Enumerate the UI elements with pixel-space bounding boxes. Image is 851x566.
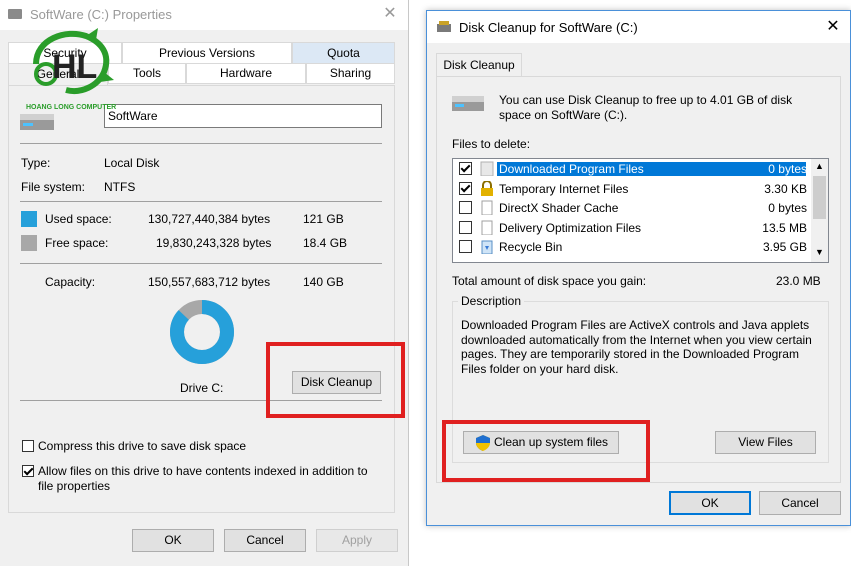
logo-initials: HL <box>52 48 97 86</box>
file-checkbox[interactable] <box>459 162 472 175</box>
description-line: Downloaded Program Files are ActiveX con… <box>461 318 810 332</box>
free-space-size: 18.4 GB <box>303 236 348 250</box>
file-name: Delivery Optimization Files <box>499 220 642 235</box>
compress-checkbox[interactable] <box>22 440 34 452</box>
cleanup-title: Disk Cleanup for SoftWare (C:) <box>459 20 638 35</box>
file-name: Downloaded Program Files <box>497 162 806 176</box>
file-size: 3.95 GB <box>762 240 807 254</box>
index-label-line2: file properties <box>38 479 111 493</box>
file-checkbox[interactable] <box>459 240 472 253</box>
cleanup-close-icon[interactable]: ✕ <box>823 17 843 37</box>
file-row[interactable]: Temporary Internet Files 3.30 KB <box>453 179 811 198</box>
apply-button[interactable]: Apply <box>316 529 398 552</box>
file-checkbox[interactable] <box>459 201 472 214</box>
tab-sharing[interactable]: Sharing <box>306 63 395 84</box>
file-size: 0 bytes <box>768 162 807 176</box>
total-label: Total amount of disk space you gain: <box>452 274 647 288</box>
lock-icon <box>480 179 494 196</box>
cleanup-titlebar: Disk Cleanup for SoftWare (C:) ✕ <box>427 11 850 43</box>
cancel-button[interactable]: Cancel <box>224 529 306 552</box>
capacity-label: Capacity: <box>45 275 96 289</box>
drive-name-input[interactable]: SoftWare <box>104 104 382 128</box>
highlight-disk-cleanup <box>266 342 405 418</box>
divider <box>20 263 382 264</box>
fs-label: File system: <box>21 180 86 194</box>
scrollbar[interactable]: ▲ ▼ <box>811 159 828 262</box>
file-checkbox[interactable] <box>459 220 472 234</box>
index-label-line1: Allow files on this drive to have conten… <box>38 464 368 478</box>
compress-label: Compress this drive to save disk space <box>38 439 247 453</box>
divider <box>20 201 382 202</box>
free-space-label: Free space: <box>45 236 109 250</box>
scroll-up-icon[interactable]: ▲ <box>815 161 824 171</box>
drive-label: Drive C: <box>180 381 224 395</box>
fs-value: NTFS <box>104 180 136 194</box>
used-space-size: 121 GB <box>303 212 344 226</box>
hoang-long-logo: HL HOANG LONG COMPUTER <box>26 24 116 114</box>
view-files-button[interactable]: View Files <box>715 431 816 454</box>
file-name: Recycle Bin <box>499 240 563 254</box>
description-line: Files folder on your hard disk. <box>461 361 619 376</box>
total-value: 23.0 MB <box>776 274 821 288</box>
scroll-thumb[interactable] <box>813 176 826 219</box>
disk-cleanup-window: Disk Cleanup for SoftWare (C:) ✕ Disk Cl… <box>426 10 851 526</box>
tab-hardware[interactable]: Hardware <box>186 63 306 84</box>
intro-line1: You can use Disk Cleanup to free up to 4… <box>499 93 793 107</box>
file-size: 0 bytes <box>768 201 807 215</box>
description-line: downloaded automatically from the Intern… <box>461 332 812 347</box>
used-space-bytes: 130,727,440,384 bytes <box>148 212 271 226</box>
index-checkbox[interactable] <box>22 465 34 477</box>
description-label: Description <box>458 294 525 308</box>
file-row[interactable]: Recycle Bin 3.95 GB <box>453 237 811 256</box>
description-text: Downloaded Program Files are ActiveX con… <box>461 318 812 376</box>
ok-button[interactable]: OK <box>132 529 214 552</box>
divider <box>20 143 382 144</box>
drive-icon-small <box>8 9 22 19</box>
drive-icon <box>452 91 486 115</box>
capacity-size: 140 GB <box>303 275 344 289</box>
tab-tools[interactable]: Tools <box>108 63 186 84</box>
file-name: Temporary Internet Files <box>499 181 629 196</box>
file-size: 3.30 KB <box>764 181 807 196</box>
tab-disk-cleanup[interactable]: Disk Cleanup <box>436 53 522 77</box>
file-row[interactable]: DirectX Shader Cache 0 bytes <box>453 198 811 217</box>
dragon-logo-icon: HL <box>33 28 114 94</box>
file-icon <box>480 200 494 216</box>
used-space-swatch <box>21 211 37 227</box>
description-line: pages. They are temporarily stored in th… <box>461 347 799 361</box>
folder-icon <box>480 161 494 177</box>
ok-button[interactable]: OK <box>669 491 751 515</box>
file-name: DirectX Shader Cache <box>499 201 619 215</box>
logo-text: HOANG LONG COMPUTER <box>26 104 117 111</box>
intro-line2: space on SoftWare (C:). <box>499 108 628 122</box>
tab-quota[interactable]: Quota <box>292 42 395 64</box>
file-checkbox[interactable] <box>459 181 472 195</box>
free-space-bytes: 19,830,243,328 bytes <box>156 236 272 250</box>
capacity-bytes: 150,557,683,712 bytes <box>148 275 271 289</box>
file-icon <box>480 220 494 235</box>
cleanup-app-icon <box>437 21 451 32</box>
file-row[interactable]: Downloaded Program Files 0 bytes <box>453 159 811 178</box>
file-size: 13.5 MB <box>762 220 807 235</box>
tab-previous-versions[interactable]: Previous Versions <box>122 42 292 64</box>
disk-usage-donut <box>170 300 234 364</box>
cancel-button[interactable]: Cancel <box>759 491 841 515</box>
highlight-clean-up-system-files <box>442 420 650 482</box>
type-label: Type: <box>21 156 51 170</box>
free-space-swatch <box>21 235 37 251</box>
properties-close-icon[interactable]: ✕ <box>380 4 400 24</box>
files-to-delete-label: Files to delete: <box>452 137 531 151</box>
used-space-label: Used space: <box>45 212 112 226</box>
recycle-bin-icon <box>480 239 494 255</box>
scroll-down-icon[interactable]: ▼ <box>815 247 824 257</box>
files-list[interactable]: Downloaded Program Files 0 bytes Temporary… <box>452 158 829 263</box>
properties-title: SoftWare (C:) Properties <box>30 7 172 22</box>
type-value: Local Disk <box>104 156 160 170</box>
file-row[interactable]: Delivery Optimization Files 13.5 MB <box>453 218 811 237</box>
